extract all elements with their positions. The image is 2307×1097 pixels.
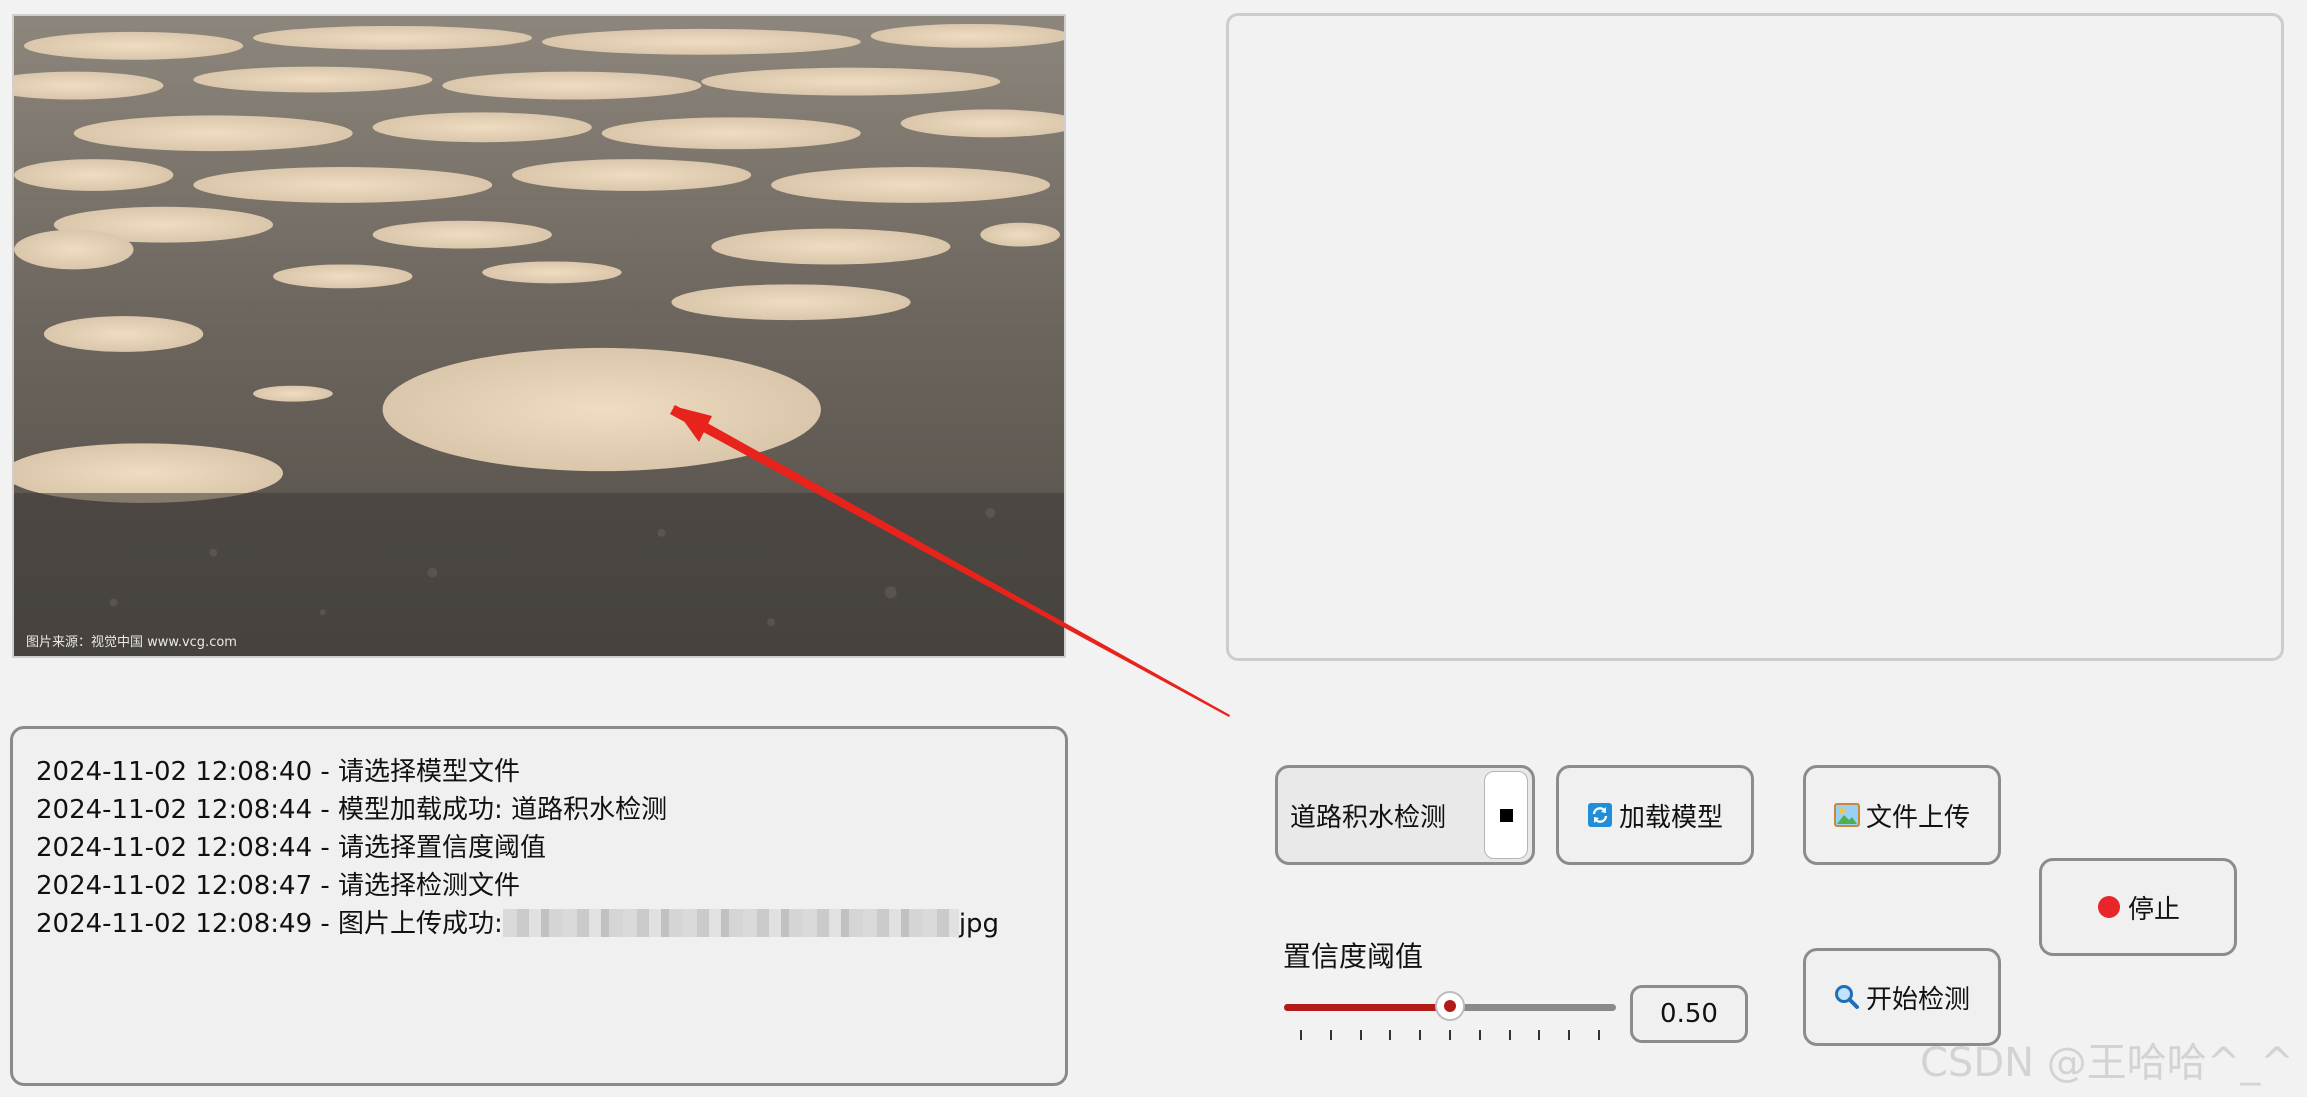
- watermark: CSDN @王哈哈^_^: [1920, 1040, 2294, 1086]
- model-select-value: 道路积水检测: [1290, 802, 1447, 833]
- confidence-label: 置信度阈值: [1283, 940, 1424, 973]
- stop-button[interactable]: 停止: [2039, 858, 2237, 956]
- magnifier-icon: [1834, 984, 1860, 1010]
- stop-label: 停止: [2127, 894, 2180, 925]
- log-line: 2024-11-02 12:08:44 - 模型加载成功: 道路积水检测: [36, 795, 668, 825]
- source-image-panel: 图片来源：视觉中国 www.vcg.com: [12, 14, 1066, 658]
- square-icon: [1499, 808, 1513, 822]
- log-line: 2024-11-02 12:08:44 - 请选择置信度阈值: [36, 833, 547, 863]
- load-model-label: 加载模型: [1618, 802, 1723, 833]
- refresh-icon: [1587, 802, 1613, 828]
- load-model-button[interactable]: 加载模型: [1556, 765, 1754, 865]
- log-line-upload: 2024-11-02 12:08:49 - 图片上传成功: jpg: [36, 905, 1065, 943]
- log-line: 2024-11-02 12:08:47 - 请选择检测文件: [36, 871, 521, 901]
- picture-icon: [1833, 802, 1860, 828]
- log-line-text: 2024-11-02 12:08:49 - 图片上传成功:: [36, 909, 503, 939]
- slider-ticks: [1300, 1030, 1600, 1040]
- result-image-panel: [1226, 13, 2284, 661]
- blurred-filename: [502, 909, 959, 937]
- start-detection-label: 开始检测: [1865, 984, 1970, 1015]
- slider-fill: [1284, 1004, 1450, 1011]
- file-upload-button[interactable]: 文件上传: [1803, 765, 2001, 865]
- slider-handle[interactable]: [1435, 991, 1465, 1021]
- log-line: 2024-11-02 12:08:40 - 请选择模型文件: [36, 757, 521, 787]
- confidence-slider[interactable]: [1284, 990, 1616, 1050]
- dropdown-button[interactable]: [1484, 771, 1528, 859]
- confidence-value[interactable]: 0.50: [1630, 985, 1748, 1043]
- image-credit: 图片来源：视觉中国 www.vcg.com: [26, 635, 237, 650]
- red-circle-icon: [2096, 894, 2122, 920]
- road-puddle-photo: [14, 16, 1064, 656]
- log-panel: 2024-11-02 12:08:40 - 请选择模型文件 2024-11-02…: [10, 726, 1068, 1086]
- log-line-suffix: jpg: [958, 909, 1000, 939]
- file-upload-label: 文件上传: [1865, 802, 1970, 833]
- model-select[interactable]: 道路积水检测: [1275, 765, 1535, 865]
